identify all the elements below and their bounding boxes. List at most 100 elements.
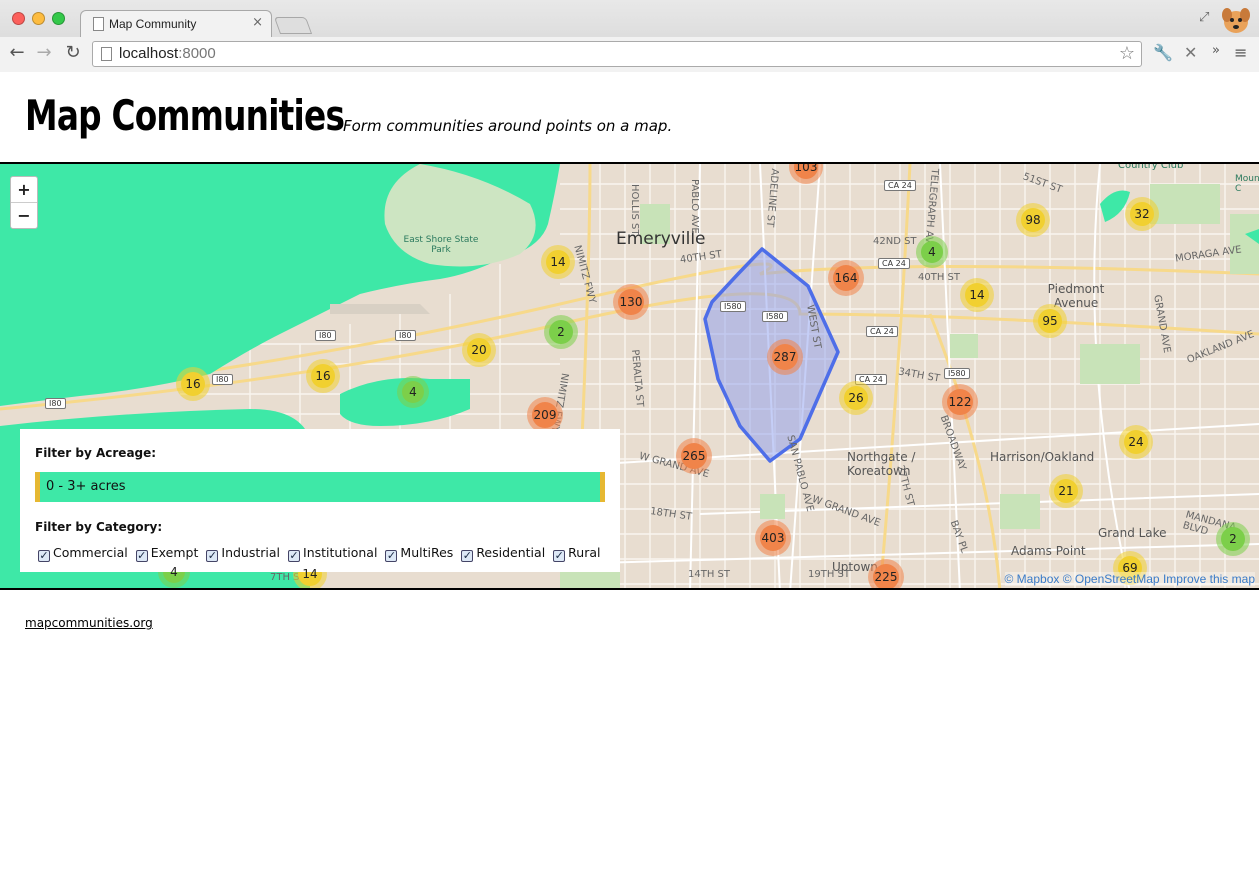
- page-title: Map Communities: [25, 91, 345, 140]
- cluster-count: 287: [773, 350, 797, 364]
- cluster-marker[interactable]: 24: [1119, 425, 1153, 459]
- cluster-count: 14: [302, 567, 318, 581]
- tab-map-community[interactable]: Map Community ×: [80, 10, 272, 38]
- cluster-marker[interactable]: 16: [306, 359, 340, 393]
- cluster-marker[interactable]: 95: [1033, 304, 1067, 338]
- reload-icon[interactable]: ↻: [62, 42, 84, 63]
- category-checkbox-institutional[interactable]: ✓ Institutional: [288, 545, 377, 562]
- minimize-window-button[interactable]: [32, 12, 45, 25]
- category-checkbox-exempt[interactable]: ✓ Exempt: [135, 545, 198, 562]
- cluster-count: 403: [761, 531, 785, 545]
- tab-strip: Map Community × ⤢: [0, 0, 1259, 38]
- extension-icon[interactable]: ✕: [1184, 43, 1197, 62]
- cluster-marker[interactable]: 21: [1049, 474, 1083, 508]
- street-label: 40TH ST: [918, 272, 960, 283]
- cluster-count: 130: [619, 295, 643, 309]
- checkbox-icon[interactable]: ✓: [38, 550, 50, 562]
- neighborhood-label: Harrison/Oakland: [990, 450, 1095, 464]
- cluster-marker[interactable]: 32: [1125, 197, 1159, 231]
- cluster-count: 103: [794, 162, 818, 174]
- maximize-window-button[interactable]: [52, 12, 65, 25]
- overflow-chevron-icon[interactable]: »: [1212, 43, 1220, 58]
- new-tab-button[interactable]: [273, 17, 313, 34]
- cluster-count: 4: [928, 245, 936, 259]
- cluster-count: 4: [409, 385, 417, 399]
- cluster-marker[interactable]: 14: [960, 278, 994, 312]
- cluster-marker[interactable]: 225: [868, 559, 904, 588]
- checkbox-icon[interactable]: ✓: [553, 550, 566, 562]
- category-checkbox-residential[interactable]: ✓ Residential: [461, 545, 545, 562]
- cluster-marker[interactable]: 14: [541, 245, 575, 279]
- street-label: 42ND ST: [873, 236, 917, 247]
- park-label: East Shore State Park: [403, 235, 479, 255]
- cluster-marker[interactable]: 287: [767, 339, 803, 375]
- cluster-marker[interactable]: 98: [1016, 203, 1050, 237]
- fullscreen-icon[interactable]: ⤢: [1199, 10, 1209, 25]
- category-checkbox-multires[interactable]: ✓ MultiRes: [385, 545, 453, 562]
- close-tab-icon[interactable]: ×: [252, 15, 263, 30]
- category-checkbox-commercial[interactable]: ✓ Commercial: [38, 545, 128, 562]
- bookmark-star-icon[interactable]: ☆: [1119, 43, 1135, 64]
- menu-icon[interactable]: ≡: [1234, 43, 1247, 62]
- highway-shield: I80: [315, 330, 336, 341]
- checkbox-icon[interactable]: ✓: [206, 550, 219, 562]
- cluster-marker[interactable]: 209: [527, 397, 563, 433]
- acreage-range-slider[interactable]: 0 - 3+ acres: [35, 472, 605, 502]
- street-label: 19TH ST: [808, 569, 850, 580]
- cluster-marker[interactable]: 2: [544, 315, 578, 349]
- zoom-in-button[interactable]: +: [11, 177, 37, 203]
- page-icon: [101, 47, 112, 61]
- cluster-marker[interactable]: 26: [839, 381, 873, 415]
- checkbox-icon[interactable]: ✓: [288, 550, 301, 562]
- cluster-marker[interactable]: 130: [613, 284, 649, 320]
- cluster-count: 16: [185, 377, 201, 391]
- cluster-count: 95: [1042, 314, 1058, 328]
- category-checkbox-industrial[interactable]: ✓ Industrial: [206, 545, 280, 562]
- cluster-marker[interactable]: 16: [176, 367, 210, 401]
- highway-shield: CA 24: [866, 326, 898, 337]
- profile-avatar-icon[interactable]: [1219, 4, 1253, 36]
- cluster-count: 24: [1128, 435, 1144, 449]
- cluster-marker[interactable]: 403: [755, 520, 791, 556]
- address-bar[interactable]: localhost:8000 ☆: [92, 41, 1142, 67]
- category-checkboxes: ✓ Commercial ✓ Exempt ✓ Industrial ✓ Institutio…: [38, 545, 609, 562]
- checkbox-label: MultiRes: [400, 545, 454, 560]
- cluster-count: 122: [948, 395, 972, 409]
- forward-arrow-icon[interactable]: →: [33, 42, 55, 63]
- cluster-count: 4: [170, 565, 178, 579]
- site-header: Map Communities Form communities around …: [0, 73, 1259, 163]
- cluster-marker[interactable]: 20: [462, 333, 496, 367]
- checkbox-label: Rural: [568, 545, 601, 560]
- zoom-control: + −: [10, 176, 38, 229]
- checkbox-icon[interactable]: ✓: [461, 550, 474, 562]
- mapbox-link[interactable]: © Mapbox: [1005, 572, 1060, 586]
- page-icon: [93, 17, 104, 31]
- cluster-marker[interactable]: 4: [397, 376, 429, 408]
- cluster-count: 16: [315, 369, 331, 383]
- footer-site-link[interactable]: mapcommunities.org: [25, 616, 153, 630]
- cluster-marker[interactable]: 265: [676, 438, 712, 474]
- cluster-count: 209: [533, 408, 557, 422]
- map-container[interactable]: Emeryville East Shore State Park Piedmon…: [0, 162, 1259, 590]
- checkbox-label: Commercial: [53, 545, 128, 560]
- back-arrow-icon[interactable]: ←: [6, 42, 28, 63]
- category-checkbox-rural[interactable]: ✓ Rural: [553, 545, 601, 562]
- cluster-marker[interactable]: 122: [942, 384, 978, 420]
- highway-shield: CA 24: [884, 180, 916, 191]
- zoom-out-button[interactable]: −: [11, 203, 37, 229]
- checkbox-icon[interactable]: ✓: [385, 550, 398, 562]
- checkbox-icon[interactable]: ✓: [135, 550, 148, 562]
- cluster-count: 2: [1229, 532, 1237, 546]
- wrench-icon[interactable]: 🔧: [1153, 43, 1173, 62]
- improve-map-link[interactable]: Improve this map: [1163, 572, 1255, 586]
- toolbar: ← → ↻ localhost:8000 ☆ 🔧 ✕ » ≡: [0, 37, 1259, 72]
- close-window-button[interactable]: [12, 12, 25, 25]
- highway-shield: CA 24: [878, 258, 910, 269]
- cluster-marker[interactable]: 4: [916, 236, 948, 268]
- cluster-marker[interactable]: 164: [828, 260, 864, 296]
- osm-link[interactable]: © OpenStreetMap: [1063, 572, 1160, 586]
- checkbox-label: Institutional: [303, 545, 378, 560]
- cluster-marker[interactable]: 2: [1216, 522, 1250, 556]
- highway-shield: I80: [395, 330, 416, 341]
- place-label: Moun C: [1235, 174, 1259, 194]
